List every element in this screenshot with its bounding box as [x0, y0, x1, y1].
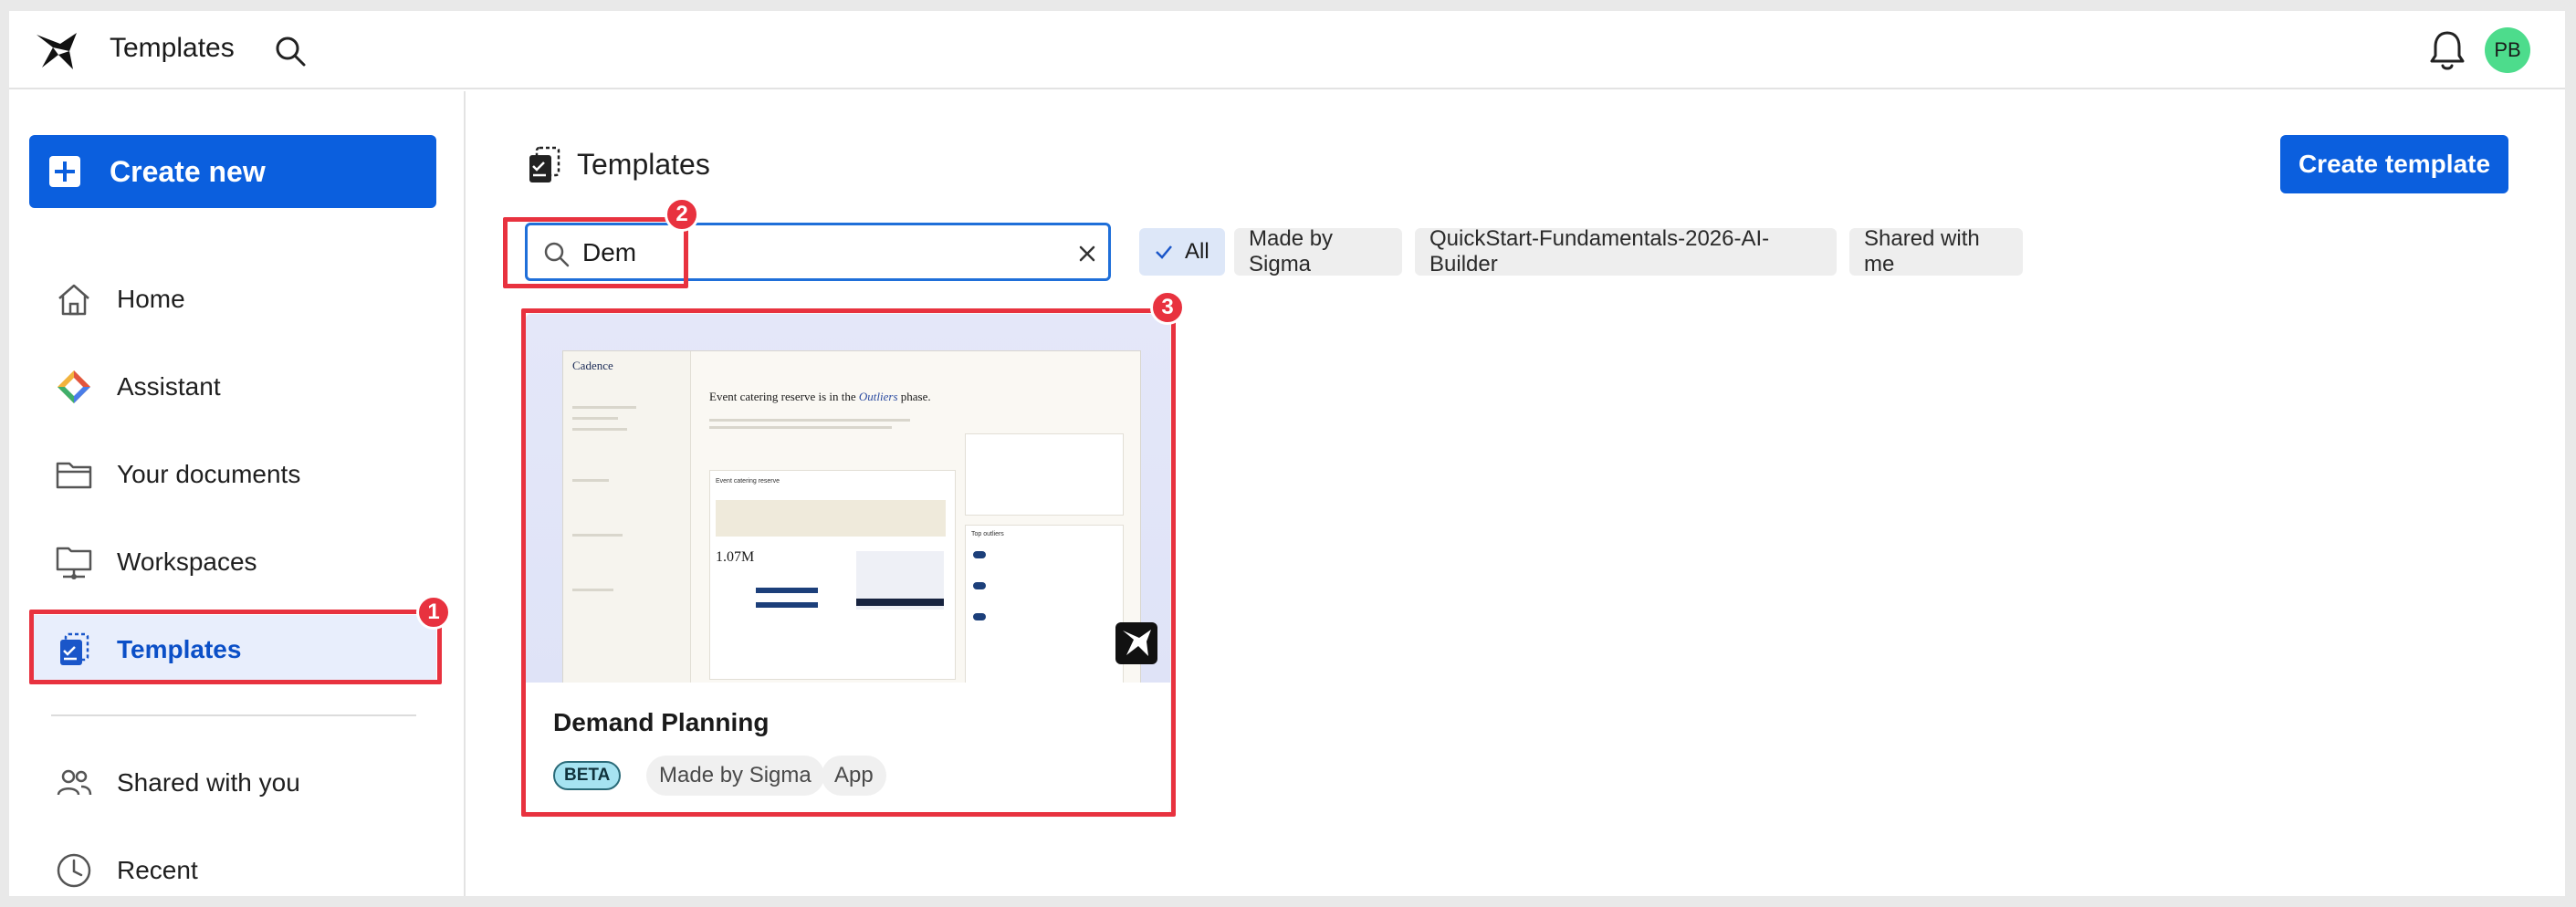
- filter-chip-label: All: [1185, 239, 1209, 264]
- preview-sidebar: Cadence: [563, 351, 691, 683]
- filter-chip-label: Made by Sigma: [1249, 226, 1334, 276]
- template-card[interactable]: Cadence Event catering reserve is in the…: [526, 314, 1170, 814]
- preview-headline-end: phase.: [900, 390, 931, 403]
- preview-metric: 1.07M: [716, 549, 755, 565]
- sidebar-item-label: Assistant: [117, 372, 221, 401]
- sidebar-item-assistant[interactable]: Assistant: [29, 352, 436, 422]
- tag-made-by-sigma: Made by Sigma: [646, 756, 824, 796]
- preview-brand: Cadence: [572, 359, 613, 372]
- preview-list-title: Top outliers: [971, 531, 1004, 537]
- search-icon: [544, 242, 570, 267]
- user-avatar[interactable]: PB: [2485, 27, 2530, 73]
- create-template-button[interactable]: Create template: [2280, 135, 2508, 193]
- assistant-icon: [53, 366, 95, 408]
- annotation-badge-2: 2: [665, 197, 699, 232]
- beta-badge: BETA: [553, 761, 622, 790]
- sidebar-item-home[interactable]: Home: [29, 265, 436, 334]
- filter-chip-shared-with-me[interactable]: Shared with me: [1849, 226, 2023, 276]
- preview-outliers-list: Top outliers: [965, 525, 1124, 683]
- app-title: Templates: [110, 33, 235, 63]
- sidebar-item-label: Templates: [117, 635, 242, 663]
- template-preview-image: Cadence Event catering reserve is in the…: [526, 314, 1170, 683]
- templates-icon: [529, 146, 560, 182]
- sidebar-item-label: Workspaces: [117, 547, 257, 576]
- template-title: Demand Planning: [553, 708, 770, 736]
- sidebar-item-recent[interactable]: Recent: [29, 836, 436, 896]
- templates-icon: [53, 629, 95, 671]
- sidebar-item-shared-with-you[interactable]: Shared with you: [29, 748, 436, 818]
- filter-chip-label: Shared with me: [1864, 226, 1980, 276]
- sigma-badge-icon: [1115, 622, 1157, 664]
- clock-icon: [53, 850, 95, 891]
- sidebar-item-your-documents[interactable]: Your documents: [29, 440, 436, 509]
- preview-headline: Event catering reserve is in the Outlier…: [709, 390, 931, 404]
- plus-icon: [49, 156, 80, 187]
- search-input[interactable]: [582, 235, 1039, 271]
- notifications-bell-icon[interactable]: [2426, 27, 2468, 73]
- home-icon: [53, 278, 95, 320]
- shared-users-icon: [53, 762, 95, 804]
- preview-app-screenshot: Cadence Event catering reserve is in the…: [562, 350, 1141, 683]
- sidebar-item-label: Recent: [117, 856, 198, 884]
- filter-chip-quickstart[interactable]: QuickStart-Fundamentals-2026-AI-Builder: [1415, 226, 1837, 276]
- template-search-field[interactable]: [525, 223, 1111, 281]
- filter-chip-all[interactable]: All: [1139, 228, 1225, 276]
- create-new-label: Create new: [110, 154, 266, 188]
- sidebar-item-label: Shared with you: [117, 768, 300, 797]
- sigma-logo-icon[interactable]: [33, 27, 80, 75]
- page-title: Templates: [577, 148, 710, 181]
- folder-icon: [53, 454, 95, 495]
- sidebar: Create new Home Assistant Your documents…: [9, 91, 466, 896]
- sidebar-divider: [51, 714, 416, 716]
- workspaces-icon: [53, 541, 95, 583]
- preview-headline-emph: Outliers: [858, 390, 898, 403]
- sidebar-item-workspaces[interactable]: Workspaces: [29, 527, 436, 597]
- filter-chip-label: QuickStart-Fundamentals-2026-AI-Builder: [1429, 226, 1770, 276]
- clear-search-icon[interactable]: [1075, 242, 1099, 266]
- annotation-badge-3: 3: [1150, 290, 1185, 325]
- preview-section-title: Event catering reserve: [716, 478, 780, 485]
- sidebar-item-label: Home: [117, 285, 185, 313]
- annotation-badge-1: 1: [416, 595, 451, 630]
- top-bar: Templates PB: [9, 11, 2565, 89]
- tag-app: App: [822, 756, 886, 796]
- sidebar-item-label: Your documents: [117, 460, 301, 488]
- preview-headline-start: Event catering reserve is in the: [709, 390, 856, 403]
- app-window: Templates PB Create new Home Assistant Y…: [9, 11, 2565, 896]
- sidebar-item-templates[interactable]: Templates: [29, 615, 436, 684]
- filter-chip-made-by-sigma[interactable]: Made by Sigma: [1234, 226, 1402, 276]
- preview-panel: Event catering reserve 1.07M: [709, 470, 956, 680]
- search-icon[interactable]: [272, 33, 309, 69]
- checkmark-icon: [1156, 245, 1172, 259]
- create-new-button[interactable]: Create new: [29, 135, 436, 208]
